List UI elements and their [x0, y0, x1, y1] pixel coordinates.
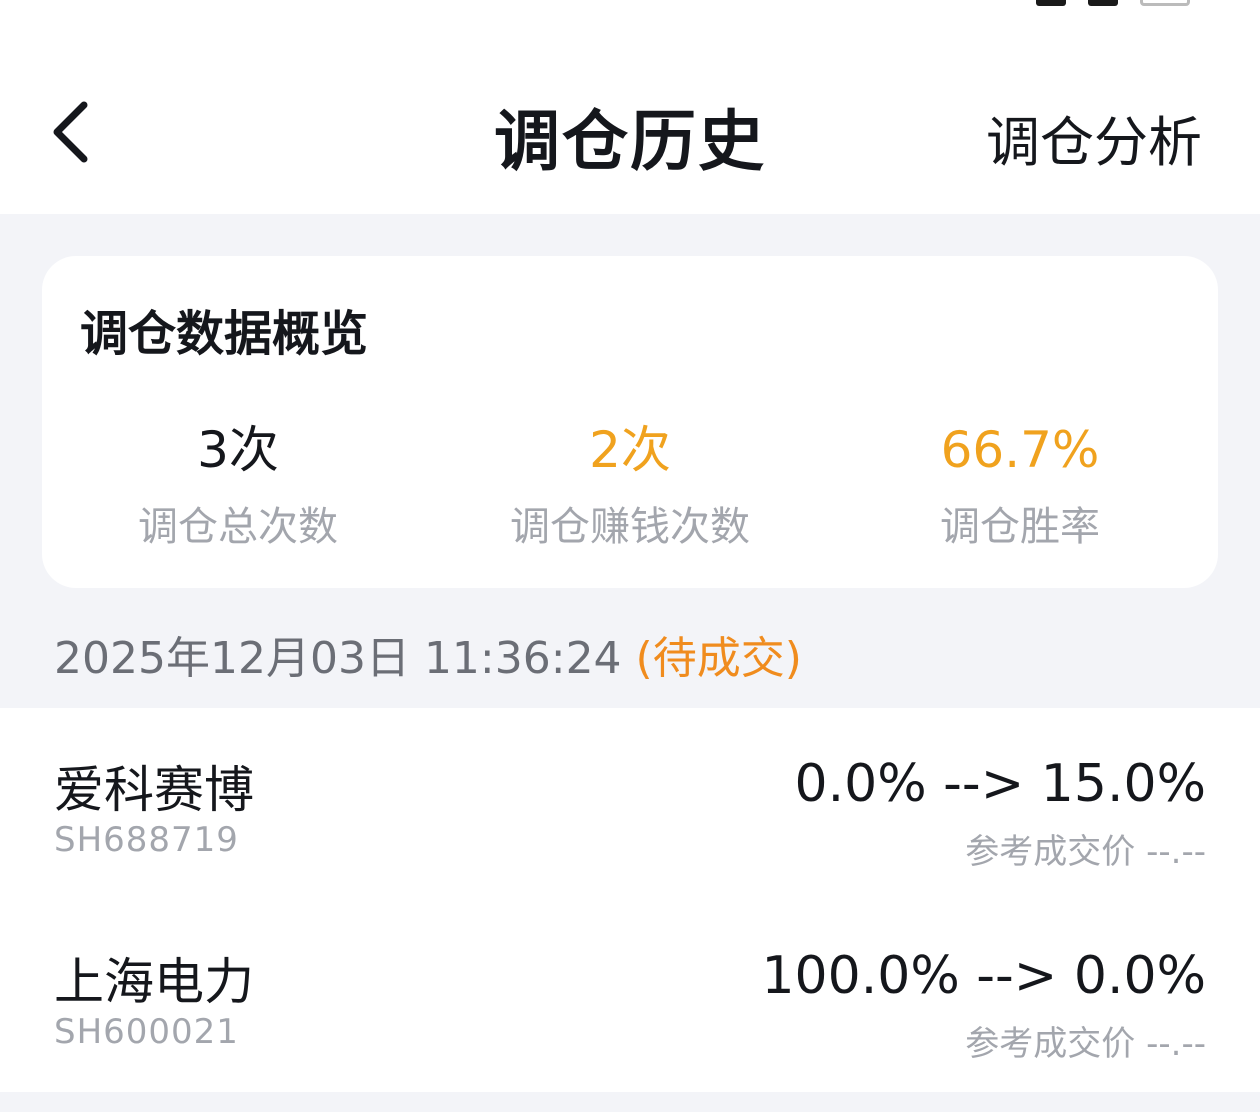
stock-name: 上海电力: [54, 953, 254, 1011]
status-bar: [0, 0, 1260, 40]
ref-price-value: --.--: [1146, 832, 1206, 872]
rebalance-analysis-button[interactable]: 调仓分析: [986, 98, 1202, 177]
stat-winrate-value: 66.7%: [940, 421, 1100, 479]
stat-winrate: 66.7% 调仓胜率: [870, 420, 1170, 552]
signal-icon: [1088, 0, 1118, 6]
ref-price-label: 参考成交价: [965, 1024, 1136, 1064]
stat-profit: 2次 调仓赚钱次数: [480, 420, 780, 552]
battery-icon: [1140, 0, 1190, 6]
stock-code: SH688719: [54, 820, 239, 860]
status-badge: (待成交): [635, 633, 802, 684]
reference-price: 参考成交价 --.--: [965, 824, 1206, 873]
overview-title: 调仓数据概览: [80, 306, 369, 362]
ref-price-value: --.--: [1146, 1024, 1206, 1064]
overview-stats: 3次 调仓总次数 2次 调仓赚钱次数 66.7% 调仓胜率: [42, 420, 1218, 560]
nav-bar: 调仓历史 调仓分析: [0, 40, 1260, 214]
datetime-text: 2025年12月03日 11:36:24: [54, 633, 636, 684]
position-change: 100.0% --> 0.0%: [761, 946, 1206, 1006]
reference-price: 参考成交价 --.--: [965, 1016, 1206, 1065]
stat-total-value: 3次: [197, 421, 279, 479]
list-item[interactable]: 上海电力 SH600021 100.0% --> 0.0% 参考成交价 --.-…: [0, 900, 1260, 1092]
rebalance-list: 爱科赛博 SH688719 0.0% --> 15.0% 参考成交价 --.--…: [0, 708, 1260, 1092]
position-change: 0.0% --> 15.0%: [794, 754, 1206, 814]
record-datetime: 2025年12月03日 11:36:24 (待成交): [54, 622, 802, 686]
overview-card: 调仓数据概览 3次 调仓总次数 2次 调仓赚钱次数 66.7% 调仓胜率: [42, 256, 1218, 588]
signal-icon: [1036, 0, 1066, 6]
ref-price-label: 参考成交价: [965, 832, 1136, 872]
stat-winrate-label: 调仓胜率: [940, 504, 1100, 550]
stat-profit-label: 调仓赚钱次数: [510, 504, 750, 550]
stock-name: 爱科赛博: [54, 761, 254, 819]
list-item[interactable]: 爱科赛博 SH688719 0.0% --> 15.0% 参考成交价 --.--: [0, 708, 1260, 900]
stat-total: 3次 调仓总次数: [88, 420, 388, 552]
stat-profit-value: 2次: [589, 421, 671, 479]
stock-code: SH600021: [54, 1012, 239, 1052]
status-indicators: [1036, 0, 1190, 6]
stat-total-label: 调仓总次数: [138, 504, 338, 550]
